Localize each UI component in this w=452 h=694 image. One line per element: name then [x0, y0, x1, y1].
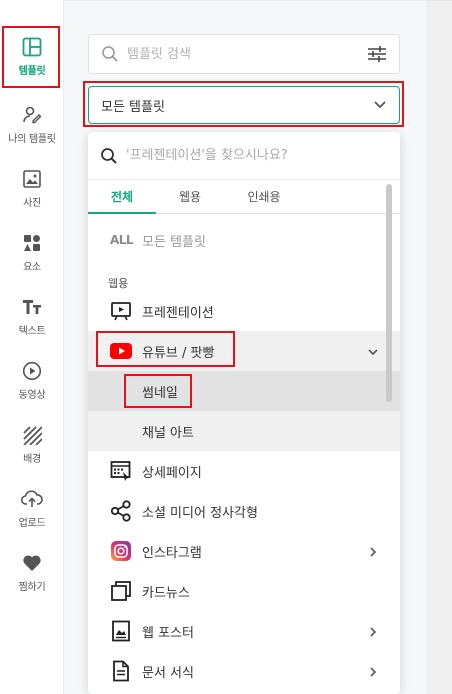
list-item-label: 채널 아트 [142, 425, 194, 441]
list-item-web-poster[interactable]: 웹 포스터 [88, 611, 400, 651]
list-item-label: 유튜브 / 팟빵 [142, 345, 215, 361]
rail-item-my-templates[interactable]: 나의 템플릿 [0, 104, 64, 145]
detail-page-icon [110, 460, 132, 482]
rail-item-favorites[interactable]: 찜하기 [0, 552, 64, 593]
left-rail: 템플릿 나의 템플릿 사진 요소 텍스트 동영상 배경 업로드 찜하기 [0, 0, 64, 694]
filter-icon[interactable] [367, 44, 387, 64]
rail-label: 사진 [23, 198, 41, 209]
my-template-icon [21, 104, 43, 126]
rail-label: 업로드 [18, 518, 46, 529]
chevron-down-icon [366, 344, 380, 358]
rail-item-text[interactable]: 텍스트 [0, 296, 64, 337]
share-icon [110, 500, 132, 522]
tab-all[interactable]: 전체 [88, 180, 156, 214]
rail-label: 요소 [23, 262, 41, 273]
document-icon [110, 660, 132, 682]
chevron-right-icon [366, 544, 380, 558]
list-item-label: 카드뉴스 [142, 585, 190, 601]
list-item-label: 웹 포스터 [142, 625, 194, 641]
rail-label: 동영상 [18, 390, 46, 401]
list-item-thumbnail[interactable]: 썸네일 [88, 371, 400, 411]
tab-print[interactable]: 인쇄용 [230, 180, 298, 214]
list-item-label: 모든 템플릿 [142, 234, 206, 250]
text-icon [21, 296, 43, 318]
dropdown-tabs: 전체 웹용 인쇄용 [88, 180, 400, 214]
rail-label: 텍스트 [18, 326, 46, 337]
elements-icon [21, 232, 43, 254]
list-item-label: 상세페이지 [142, 465, 202, 481]
list-item-social-square[interactable]: 소셜 미디어 정사각형 [88, 491, 400, 531]
list-item-channel-art[interactable]: 채널 아트 [88, 411, 400, 451]
template-search[interactable] [88, 34, 400, 74]
chevron-right-icon [366, 624, 380, 638]
list-item-presentation[interactable]: 프레젠테이션 [88, 291, 400, 331]
heart-icon [21, 552, 43, 574]
rail-item-photos[interactable]: 사진 [0, 168, 64, 209]
rail-label: 나의 템플릿 [8, 134, 56, 145]
highlight-box [83, 81, 404, 127]
rail-label: 배경 [23, 454, 41, 465]
list-item-document[interactable]: 문서 서식 [88, 651, 400, 691]
search-icon [101, 45, 119, 63]
list-item-label: 소셜 미디어 정사각형 [142, 505, 258, 521]
rail-item-video[interactable]: 동영상 [0, 360, 64, 401]
list-item-label: 인스타그램 [142, 545, 202, 561]
dropdown-search[interactable] [88, 132, 400, 180]
web-poster-icon [110, 620, 132, 642]
section-label-web: 웹용 [108, 277, 129, 290]
upload-icon [21, 488, 43, 510]
highlight-box [2, 26, 60, 88]
search-icon [100, 147, 118, 165]
category-dropdown: 전체 웹용 인쇄용 ALL 모든 템플릿 웹용 프레젠테이션 유튜브 / 팟빵 … [88, 132, 400, 694]
presentation-icon [110, 300, 132, 322]
list-item-instagram[interactable]: 인스타그램 [88, 531, 400, 571]
rail-item-elements[interactable]: 요소 [0, 232, 64, 273]
tab-web[interactable]: 웹용 [156, 180, 224, 214]
list-item-label: 썸네일 [142, 385, 178, 401]
list-item-youtube[interactable]: 유튜브 / 팟빵 [88, 331, 400, 371]
youtube-icon [110, 340, 132, 362]
list-item-card-news[interactable]: 카드뉴스 [88, 571, 400, 611]
background-icon [21, 424, 43, 446]
list-item-detail-page[interactable]: 상세페이지 [88, 451, 400, 491]
dropdown-scrollbar[interactable] [386, 184, 392, 402]
chevron-right-icon [366, 664, 380, 678]
photo-icon [21, 168, 43, 190]
dropdown-search-input[interactable] [126, 148, 400, 163]
list-item-label: 문서 서식 [142, 665, 194, 681]
list-item-all-templates[interactable]: ALL 모든 템플릿 [88, 220, 400, 260]
card-news-icon [110, 580, 132, 602]
video-icon [21, 360, 43, 382]
instagram-icon [110, 540, 132, 562]
rail-item-upload[interactable]: 업로드 [0, 488, 64, 529]
canvas-area [426, 0, 452, 694]
all-mark: ALL [110, 233, 134, 247]
rail-label: 찜하기 [18, 582, 46, 593]
search-input[interactable] [127, 46, 367, 62]
list-item-label: 프레젠테이션 [142, 305, 214, 321]
rail-item-background[interactable]: 배경 [0, 424, 64, 465]
